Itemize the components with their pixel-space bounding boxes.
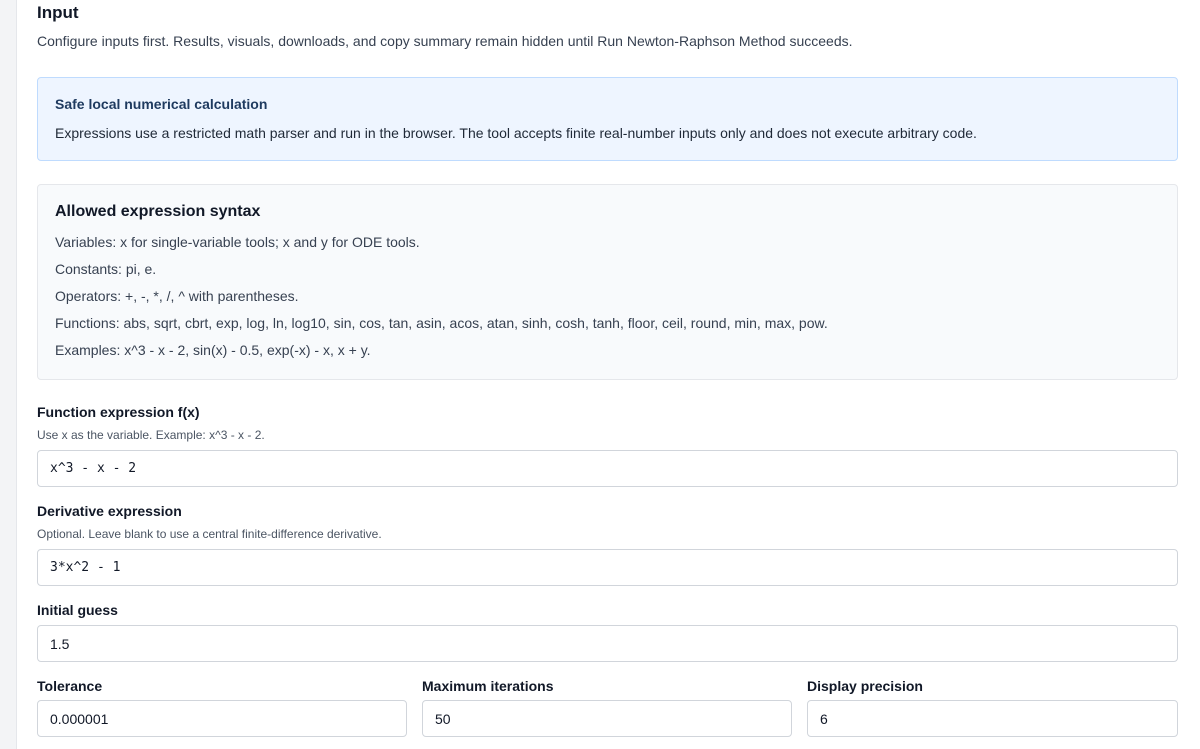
syntax-item-variables: Variables: x for single-variable tools; … (55, 234, 420, 250)
derivative-field-group: Derivative expression Optional. Leave bl… (37, 503, 1178, 587)
derivative-hint: Optional. Leave blank to use a central f… (37, 527, 382, 541)
function-expression-input[interactable] (37, 450, 1178, 487)
max-iterations-label: Maximum iterations (422, 678, 554, 694)
safety-notice: Safe local numerical calculation Express… (37, 77, 1178, 161)
syntax-title: Allowed expression syntax (55, 203, 261, 220)
initial-guess-input[interactable] (37, 625, 1178, 662)
syntax-item-operators: Operators: +, -, *, /, ^ with parenthese… (55, 288, 299, 304)
max-iterations-input[interactable] (422, 700, 792, 737)
input-panel: Input Configure inputs first. Results, v… (16, 0, 1200, 749)
tolerance-label: Tolerance (37, 678, 103, 694)
initial-guess-field-group: Initial guess (37, 602, 1178, 664)
section-title: Input (37, 3, 79, 22)
tolerance-field-group: Tolerance (37, 678, 407, 740)
initial-guess-label: Initial guess (37, 602, 118, 618)
notice-text: Expressions use a restricted math parser… (55, 125, 977, 141)
derivative-label: Derivative expression (37, 503, 182, 519)
function-label: Function expression f(x) (37, 404, 200, 420)
precision-label: Display precision (807, 678, 923, 694)
syntax-item-functions: Functions: abs, sqrt, cbrt, exp, log, ln… (55, 315, 828, 331)
section-intro: Configure inputs first. Results, visuals… (37, 33, 853, 49)
syntax-item-examples: Examples: x^3 - x - 2, sin(x) - 0.5, exp… (55, 342, 371, 358)
syntax-item-constants: Constants: pi, e. (55, 261, 157, 277)
display-precision-input[interactable] (807, 700, 1178, 737)
derivative-expression-input[interactable] (37, 549, 1178, 586)
max-iterations-field-group: Maximum iterations (422, 678, 792, 740)
notice-title: Safe local numerical calculation (55, 96, 268, 112)
syntax-help-box: Allowed expression syntax Variables: x f… (37, 184, 1178, 380)
syntax-list: Variables: x for single-variable tools; … (55, 234, 828, 369)
function-field-group: Function expression f(x) Use x as the va… (37, 404, 1178, 488)
precision-field-group: Display precision (807, 678, 1178, 740)
function-hint: Use x as the variable. Example: x^3 - x … (37, 428, 265, 442)
tolerance-input[interactable] (37, 700, 407, 737)
